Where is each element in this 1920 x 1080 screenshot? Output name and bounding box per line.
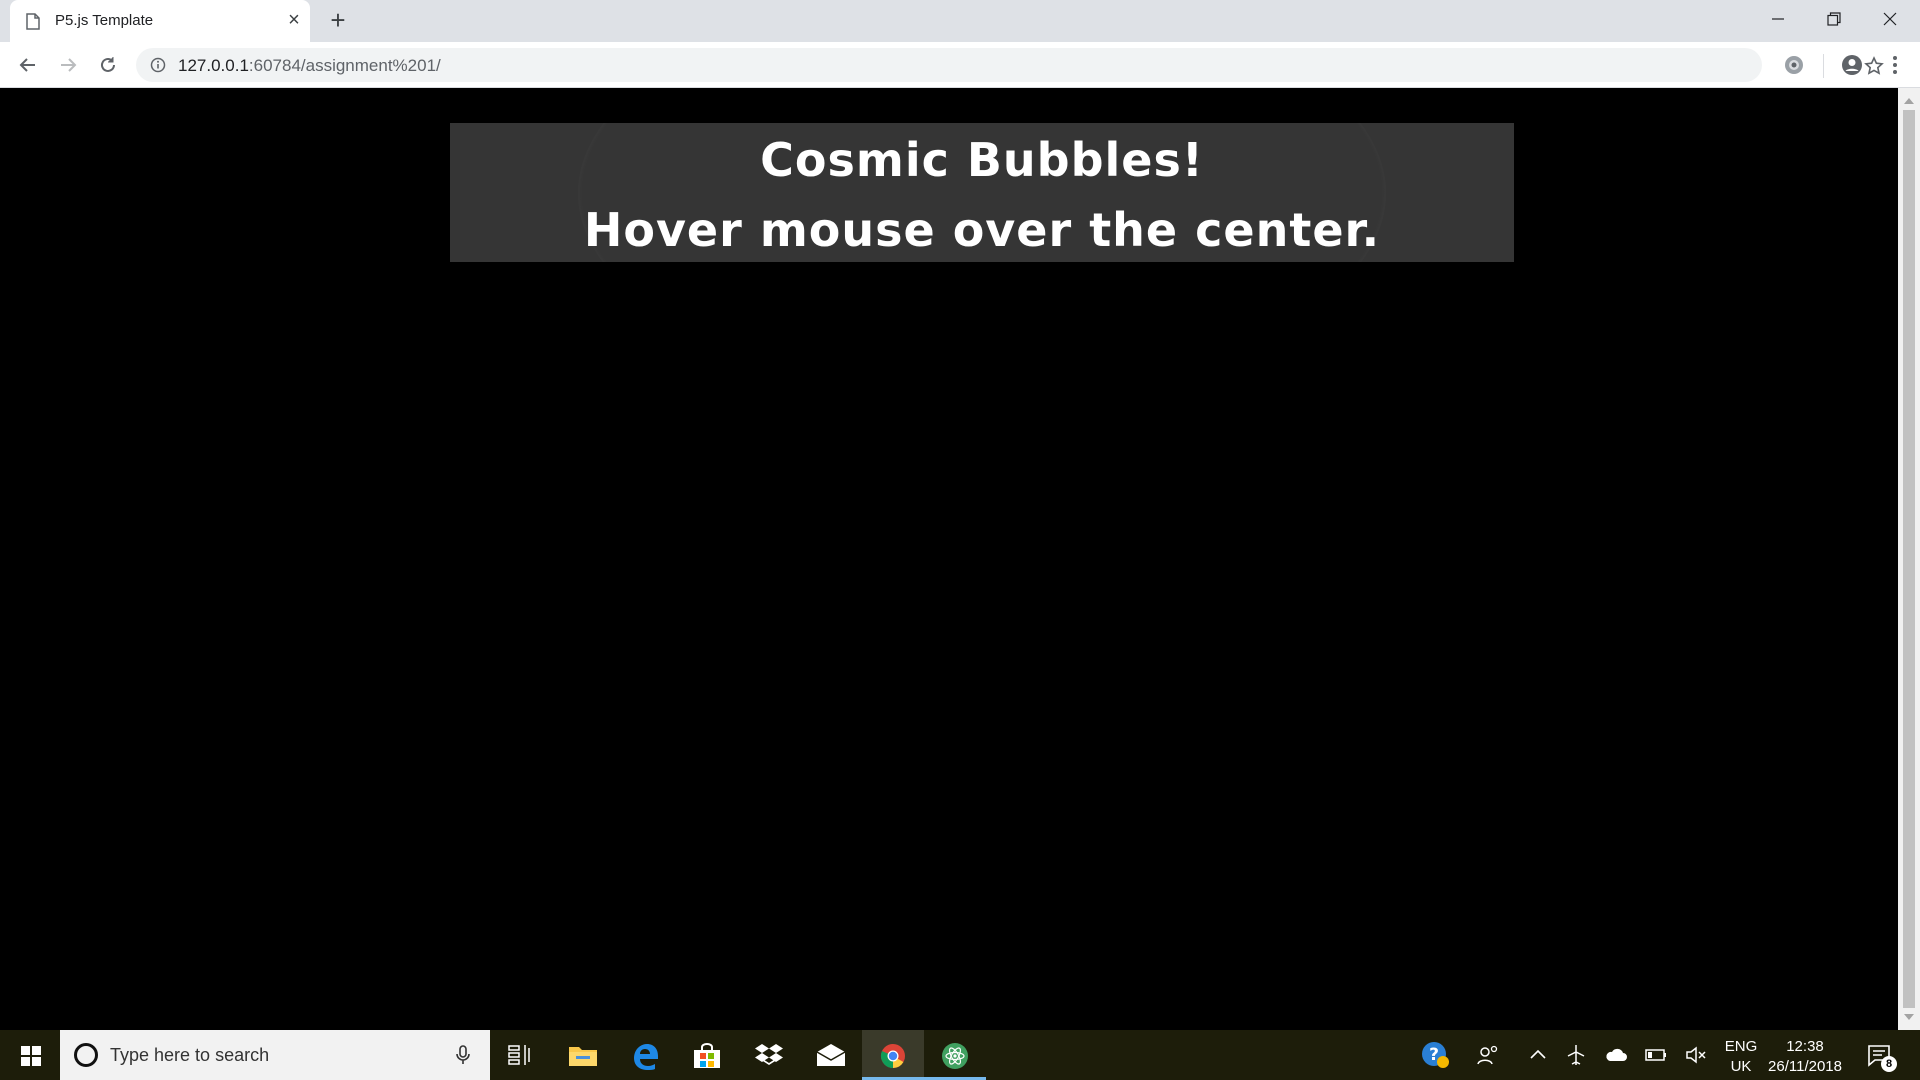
help-icon[interactable]: ? <box>1420 1040 1450 1070</box>
tab-close-icon[interactable]: × <box>282 8 306 32</box>
tab-strip: P5.js Template × + <box>0 0 1920 42</box>
language-region: UK <box>1730 1058 1752 1075</box>
mail-icon <box>816 1044 846 1066</box>
dropbox-icon <box>755 1044 783 1065</box>
page-icon <box>26 13 40 30</box>
scroll-thumb[interactable] <box>1903 110 1915 1008</box>
start-button[interactable] <box>0 1030 60 1080</box>
forward-arrow-icon <box>61 58 77 72</box>
reload-button[interactable] <box>92 49 124 81</box>
chrome-icon <box>880 1044 905 1068</box>
mail-button[interactable] <box>800 1030 862 1080</box>
airplane-mode-icon[interactable] <box>1564 1043 1588 1067</box>
minimize-button[interactable] <box>1750 0 1806 38</box>
task-view-icon <box>508 1045 530 1065</box>
dropbox-button[interactable] <box>738 1030 800 1080</box>
system-clock[interactable]: 12:38 26/11/2018 <box>1762 1037 1848 1077</box>
people-icon[interactable] <box>1476 1043 1500 1067</box>
page-viewport: Cosmic Bubbles! Hover mouse over the cen… <box>0 88 1898 1030</box>
extension-icon[interactable] <box>1782 53 1806 77</box>
onedrive-cloud-icon[interactable] <box>1604 1043 1628 1067</box>
cortana-icon <box>74 1043 98 1067</box>
volume-muted-icon[interactable] <box>1684 1043 1708 1067</box>
address-bar[interactable]: 127.0.0.1:60784/assignment%201/ <box>136 48 1884 82</box>
store-bag-icon <box>694 1043 720 1068</box>
canvas-title: Cosmic Bubbles! <box>760 133 1204 187</box>
new-tab-button[interactable]: + <box>324 6 352 34</box>
store-button[interactable] <box>676 1030 738 1080</box>
scroll-up-arrow-icon[interactable] <box>1904 98 1914 104</box>
browser-toolbar: 127.0.0.1:60784/assignment%201/ <box>0 42 1920 88</box>
notification-count-badge: 8 <box>1881 1056 1897 1072</box>
scroll-down-arrow-icon[interactable] <box>1904 1014 1914 1020</box>
windows-logo-icon <box>21 1046 41 1066</box>
edge-icon <box>634 1044 658 1070</box>
restore-icon <box>1827 12 1841 26</box>
url-text: 127.0.0.1:60784/assignment%201/ <box>178 56 441 76</box>
url-path: :60784/assignment%201/ <box>248 56 441 75</box>
file-explorer-button[interactable] <box>552 1030 614 1080</box>
minimize-icon <box>1772 18 1784 20</box>
task-view-button[interactable] <box>490 1030 552 1080</box>
battery-icon[interactable] <box>1644 1043 1668 1067</box>
bookmark-star-icon[interactable] <box>1864 56 1884 76</box>
info-icon[interactable] <box>150 57 166 73</box>
url-host: 127.0.0.1 <box>178 56 249 75</box>
tab-title: P5.js Template <box>55 12 154 29</box>
toolbar-separator <box>1823 54 1824 78</box>
restore-button[interactable] <box>1806 0 1862 38</box>
input-language[interactable]: ENG UK <box>1722 1037 1760 1077</box>
atom-icon <box>942 1043 968 1069</box>
forward-button[interactable] <box>52 49 84 81</box>
reload-icon <box>101 57 115 72</box>
close-icon <box>1883 12 1897 26</box>
canvas-instruction: Hover mouse over the center. <box>583 203 1381 257</box>
microphone-icon[interactable] <box>452 1044 474 1066</box>
chevron-up-icon[interactable] <box>1526 1043 1550 1067</box>
clock-date: 26/11/2018 <box>1768 1058 1842 1075</box>
taskbar-search[interactable]: Type here to search <box>60 1030 490 1080</box>
edge-browser-button[interactable] <box>614 1030 676 1080</box>
profile-avatar-icon[interactable] <box>1840 53 1864 77</box>
windows-taskbar: Type here to search ? ENG UK 12:38 26/11… <box>0 1030 1920 1080</box>
menu-kebab-icon[interactable] <box>1883 53 1907 77</box>
browser-tab[interactable]: P5.js Template × <box>10 0 310 42</box>
search-placeholder: Type here to search <box>110 1045 270 1065</box>
p5-canvas[interactable]: Cosmic Bubbles! Hover mouse over the cen… <box>450 123 1514 262</box>
folder-icon <box>569 1047 597 1066</box>
back-button[interactable] <box>12 49 44 81</box>
back-arrow-icon <box>19 58 35 72</box>
close-window-button[interactable] <box>1862 0 1918 38</box>
language-code: ENG <box>1724 1038 1758 1055</box>
clock-time: 12:38 <box>1786 1038 1824 1055</box>
atom-editor-button[interactable] <box>924 1030 986 1080</box>
chrome-button[interactable] <box>862 1030 924 1080</box>
page-scrollbar[interactable] <box>1898 88 1920 1030</box>
